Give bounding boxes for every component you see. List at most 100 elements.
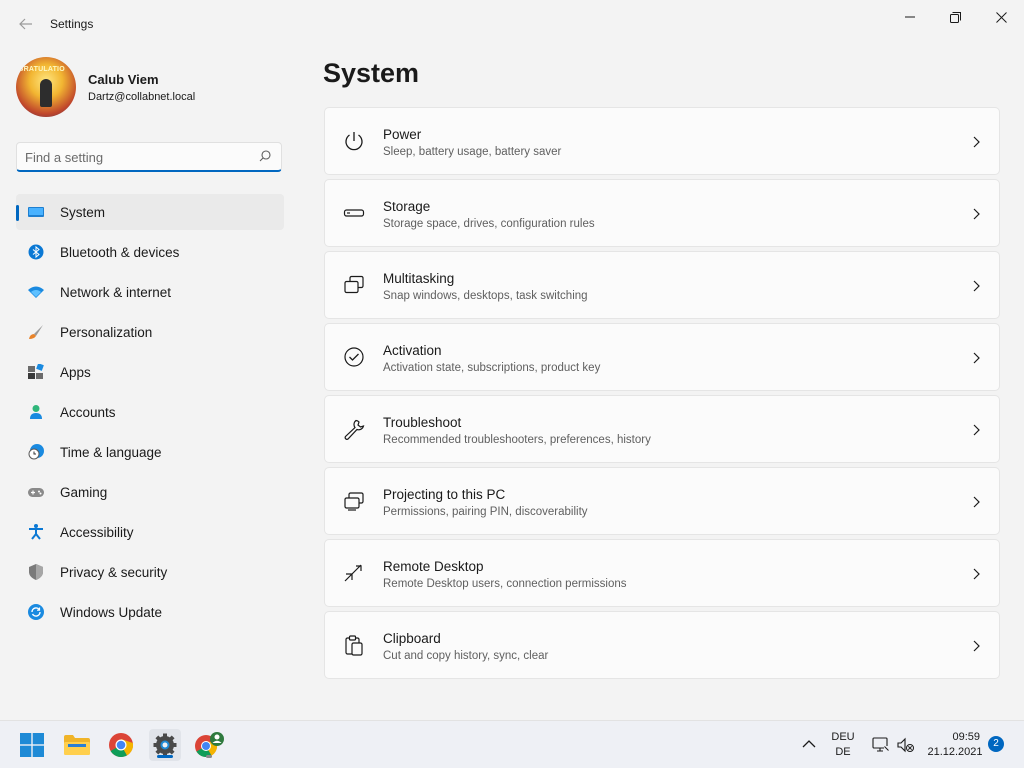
restore-button[interactable] bbox=[932, 4, 978, 30]
person-icon bbox=[30, 405, 42, 419]
user-profile[interactable]: GRATULATIO Calub Viem Dartz@collabnet.lo… bbox=[16, 57, 286, 117]
chevron-right-icon bbox=[973, 568, 980, 580]
clock-date: 21.12.2021 bbox=[927, 746, 983, 758]
card-subtitle: Recommended troubleshooters, preferences… bbox=[383, 434, 651, 446]
chevron-right-icon bbox=[973, 280, 980, 292]
notification-badge[interactable]: 2 bbox=[988, 736, 1004, 752]
chrome-icon bbox=[109, 733, 133, 757]
sidebar-item-label: Accounts bbox=[60, 404, 116, 420]
avatar: GRATULATIO bbox=[16, 57, 76, 117]
chevron-right-icon bbox=[973, 640, 980, 652]
chevron-right-icon bbox=[973, 352, 980, 364]
card-title: Troubleshoot bbox=[383, 415, 462, 430]
card-title: Clipboard bbox=[383, 631, 441, 646]
settings-gear-icon bbox=[153, 733, 177, 757]
activation-check-icon bbox=[344, 347, 364, 367]
close-button[interactable] bbox=[978, 4, 1024, 30]
card-title: Power bbox=[383, 127, 422, 142]
chevron-right-icon bbox=[973, 208, 980, 220]
taskbar-file-explorer[interactable] bbox=[61, 729, 93, 761]
card-multitasking[interactable]: Multitasking Snap windows, desktops, tas… bbox=[324, 251, 1000, 319]
card-subtitle: Activation state, subscriptions, product… bbox=[383, 362, 601, 374]
remote-desktop-icon bbox=[344, 564, 362, 582]
sidebar-item-label: Time & language bbox=[60, 444, 162, 460]
clock[interactable]: 09:59 21.12.2021 bbox=[924, 731, 986, 758]
show-hidden-icons-chevron-icon[interactable] bbox=[802, 739, 816, 749]
card-title: Projecting to this PC bbox=[383, 487, 506, 502]
taskbar: DEU DE 09:59 21.12.2021 bbox=[0, 720, 1024, 768]
sidebar-item-network[interactable]: Network & internet bbox=[16, 274, 284, 310]
card-projecting[interactable]: Projecting to this PC Permissions, pairi… bbox=[324, 467, 1000, 535]
card-remote-desktop[interactable]: Remote Desktop Remote Desktop users, con… bbox=[324, 539, 1000, 607]
chevron-right-icon bbox=[973, 136, 980, 148]
sidebar-item-system[interactable]: System bbox=[16, 194, 284, 230]
running-indicator bbox=[206, 755, 212, 758]
storage-icon bbox=[343, 209, 365, 217]
bluetooth-icon bbox=[28, 244, 44, 260]
wrench-icon bbox=[344, 419, 365, 440]
multitasking-icon bbox=[344, 275, 364, 294]
minimize-button[interactable] bbox=[887, 4, 933, 30]
sidebar-item-label: Windows Update bbox=[60, 604, 163, 620]
taskbar-settings[interactable] bbox=[149, 729, 181, 761]
sidebar-item-accounts[interactable]: Accounts bbox=[16, 394, 284, 430]
card-title: Activation bbox=[383, 343, 442, 358]
wifi-icon bbox=[28, 286, 44, 298]
taskbar-chrome-profile[interactable] bbox=[193, 729, 225, 761]
card-storage[interactable]: Storage Storage space, drives, configura… bbox=[324, 179, 1000, 247]
language-code: DEU bbox=[831, 731, 855, 743]
search-input[interactable] bbox=[25, 148, 245, 166]
update-icon bbox=[28, 604, 44, 620]
brush-icon bbox=[29, 325, 43, 339]
user-email: Dartz@collabnet.local bbox=[88, 91, 196, 103]
card-subtitle: Snap windows, desktops, task switching bbox=[383, 290, 588, 302]
system-icon bbox=[28, 207, 44, 217]
card-activation[interactable]: Activation Activation state, subscriptio… bbox=[324, 323, 1000, 391]
sidebar-item-label: Network & internet bbox=[60, 284, 172, 300]
card-title: Multitasking bbox=[383, 271, 455, 286]
card-clipboard[interactable]: Clipboard Cut and copy history, sync, cl… bbox=[324, 611, 1000, 679]
search-icon[interactable] bbox=[259, 150, 271, 162]
restore-icon bbox=[949, 11, 961, 23]
back-arrow-icon bbox=[19, 18, 32, 30]
volume-muted-icon[interactable] bbox=[897, 737, 915, 753]
sidebar-item-accessibility[interactable]: Accessibility bbox=[16, 514, 284, 550]
card-troubleshoot[interactable]: Troubleshoot Recommended troubleshooters… bbox=[324, 395, 1000, 463]
running-indicator bbox=[157, 755, 173, 758]
accessibility-icon bbox=[29, 524, 43, 540]
chevron-right-icon bbox=[973, 424, 980, 436]
chevron-right-icon bbox=[973, 496, 980, 508]
input-language[interactable]: DEU DE bbox=[826, 731, 860, 758]
sidebar-item-gaming[interactable]: Gaming bbox=[16, 474, 284, 510]
taskbar-start-button[interactable] bbox=[16, 729, 48, 761]
sidebar-item-time-language[interactable]: Time & language bbox=[16, 434, 284, 470]
sidebar-item-windows-update[interactable]: Windows Update bbox=[16, 594, 284, 630]
taskbar-chrome[interactable] bbox=[105, 729, 137, 761]
page-title: System bbox=[323, 58, 420, 88]
clipboard-icon bbox=[345, 635, 363, 656]
apps-icon bbox=[28, 364, 44, 379]
card-title: Storage bbox=[383, 199, 431, 214]
sidebar-item-bluetooth[interactable]: Bluetooth & devices bbox=[16, 234, 284, 270]
sidebar-item-label: Privacy & security bbox=[60, 564, 168, 580]
settings-list: Power Sleep, battery usage, battery save… bbox=[324, 107, 1000, 683]
sidebar-item-personalization[interactable]: Personalization bbox=[16, 314, 284, 350]
sidebar-item-label: Accessibility bbox=[60, 524, 134, 540]
app-title: Settings bbox=[50, 17, 94, 31]
back-button[interactable] bbox=[14, 12, 38, 36]
sidebar-item-label: Gaming bbox=[60, 484, 108, 500]
avatar-figure bbox=[40, 79, 52, 107]
search-box bbox=[16, 142, 282, 172]
projecting-icon bbox=[344, 492, 364, 511]
clock-time: 09:59 bbox=[952, 731, 980, 743]
card-subtitle: Permissions, pairing PIN, discoverabilit… bbox=[383, 506, 588, 518]
close-icon bbox=[995, 11, 1007, 23]
card-power[interactable]: Power Sleep, battery usage, battery save… bbox=[324, 107, 1000, 175]
sidebar-item-label: Apps bbox=[60, 364, 91, 380]
card-subtitle: Remote Desktop users, connection permiss… bbox=[383, 578, 627, 590]
sidebar-item-apps[interactable]: Apps bbox=[16, 354, 284, 390]
sidebar-item-privacy[interactable]: Privacy & security bbox=[16, 554, 284, 590]
keyboard-layout: DE bbox=[835, 746, 851, 758]
windows-start-icon bbox=[20, 733, 44, 757]
network-icon[interactable] bbox=[872, 737, 890, 753]
